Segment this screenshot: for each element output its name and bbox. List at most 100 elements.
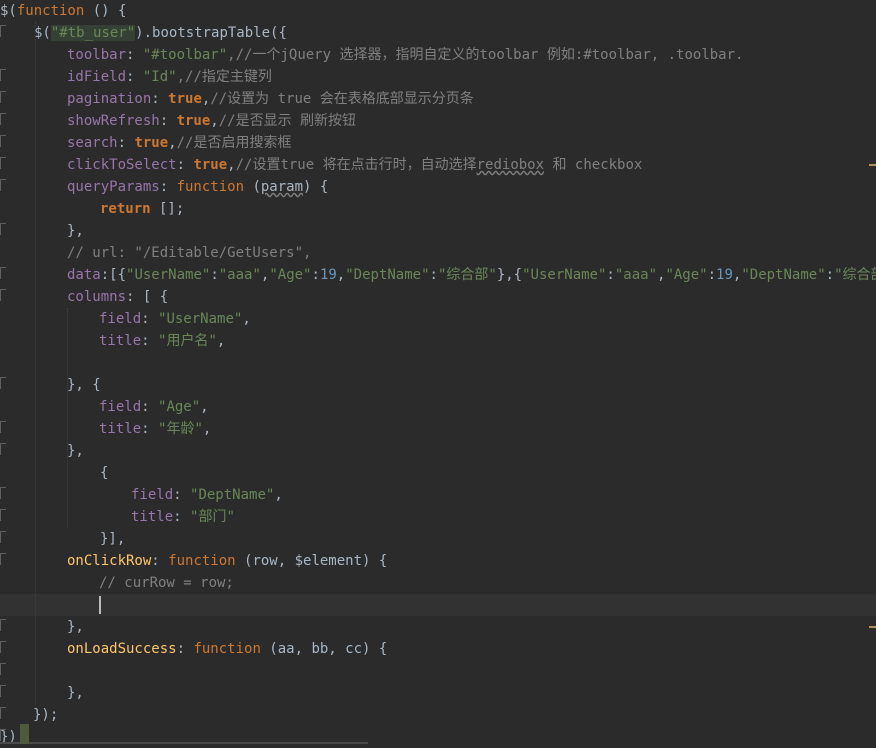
fold-marker-icon[interactable]	[0, 685, 6, 697]
code-token: idField	[67, 69, 127, 85]
code-token: title	[99, 421, 142, 437]
code-token: "Age"	[158, 399, 201, 415]
code-token: :	[210, 267, 219, 283]
code-line[interactable]	[0, 594, 876, 616]
code-line[interactable]: });	[0, 704, 876, 726]
code-token: ,	[242, 311, 251, 327]
code-line[interactable]	[0, 352, 876, 374]
code-line[interactable]: toolbar: "#toolbar",//一个jQuery 选择器，指明自定义…	[0, 44, 876, 66]
code-line[interactable]: },	[0, 682, 876, 704]
fold-marker-icon[interactable]	[0, 377, 6, 389]
fold-marker-icon[interactable]	[0, 267, 6, 279]
code-token: $(	[34, 25, 51, 41]
code-token: ,	[336, 267, 346, 283]
code-line[interactable]: title: "部门"	[0, 506, 876, 528]
code-line[interactable]: field: "DeptName",	[0, 484, 876, 506]
code-token: :	[173, 509, 191, 525]
code-token: rediobox	[476, 157, 545, 173]
code-token: :	[141, 311, 159, 327]
code-token: pagination	[67, 91, 152, 107]
code-line[interactable]	[0, 660, 876, 682]
code-line[interactable]: // url: "/Editable/GetUsers",	[0, 242, 876, 264]
marker-stripe[interactable]	[869, 164, 876, 166]
fold-marker-icon[interactable]	[0, 553, 6, 565]
code-line[interactable]: onClickRow: function (row, $element) {	[0, 550, 876, 572]
code-token: title	[99, 333, 142, 349]
fold-marker-icon[interactable]	[0, 663, 6, 675]
code-line[interactable]: columns: [ {	[0, 286, 876, 308]
code-line[interactable]: $("#tb_user").bootstrapTable({	[0, 22, 876, 44]
code-text: data:[{"UserName":"aaa","Age":19,"DeptNa…	[67, 266, 876, 284]
code-line[interactable]: showRefresh: true,//是否显示 刷新按钮	[0, 110, 876, 132]
code-token: (aa, bb, cc) {	[260, 641, 388, 657]
fold-marker-icon[interactable]	[0, 113, 6, 125]
code-token: :	[141, 421, 159, 437]
code-line[interactable]: },	[0, 440, 876, 462]
code-token: //设置true 将在点击行时，自动选择	[235, 157, 477, 173]
code-line[interactable]: }, {	[0, 374, 876, 396]
code-token: //是否启用搜索框	[176, 135, 292, 151]
fold-marker-icon[interactable]	[0, 223, 6, 235]
marker-stripe[interactable]	[869, 626, 876, 628]
fold-marker-icon[interactable]	[0, 509, 6, 521]
code-line[interactable]: onLoadSuccess: function (aa, bb, cc) {	[0, 638, 876, 660]
code-text: $(function () {	[0, 2, 126, 20]
code-text: toolbar: "#toolbar",//一个jQuery 选择器，指明自定义…	[67, 46, 743, 64]
code-line[interactable]: },	[0, 220, 876, 242]
code-token: :	[126, 69, 143, 85]
fold-marker-icon[interactable]	[0, 421, 6, 433]
code-token: queryParams	[67, 179, 160, 195]
code-token: $(	[0, 3, 17, 19]
code-token: function	[168, 553, 236, 569]
code-token: :	[429, 267, 438, 283]
code-text: // url: "/Editable/GetUsers",	[67, 244, 311, 262]
fold-marker-icon[interactable]	[0, 707, 6, 719]
code-token: true	[168, 91, 202, 107]
code-line[interactable]: pagination: true,//设置为 true 会在表格底部显示分页条	[0, 88, 876, 110]
code-line[interactable]: return [];	[0, 198, 876, 220]
code-text: {	[100, 464, 108, 482]
code-line[interactable]: data:[{"UserName":"aaa","Age":19,"DeptNa…	[0, 264, 876, 286]
fold-marker-icon[interactable]	[0, 641, 6, 653]
fold-marker-icon[interactable]	[0, 443, 6, 455]
fold-marker-icon[interactable]	[0, 619, 6, 631]
fold-marker-icon[interactable]	[0, 69, 6, 81]
code-line[interactable]: idField: "Id",//指定主键列	[0, 66, 876, 88]
fold-marker-icon[interactable]	[0, 531, 6, 543]
code-text: title: "年龄",	[99, 420, 211, 438]
fold-marker-icon[interactable]	[0, 135, 6, 147]
code-line[interactable]: field: "Age",	[0, 396, 876, 418]
fold-marker-icon[interactable]	[0, 91, 6, 103]
code-token: },	[67, 685, 84, 701]
code-token: "UserName"	[522, 267, 607, 283]
code-token: :	[126, 47, 143, 63]
code-line[interactable]: clickToSelect: true,//设置true 将在点击行时，自动选择…	[0, 154, 876, 176]
code-token: field	[99, 311, 142, 327]
code-token: :	[606, 267, 615, 283]
code-line[interactable]: $(function () {	[0, 0, 876, 22]
code-line[interactable]: }],	[0, 528, 876, 550]
code-token: ,	[274, 487, 283, 503]
code-line[interactable]: })	[0, 726, 876, 748]
code-token: "年龄"	[158, 421, 203, 437]
code-token: :	[311, 267, 320, 283]
code-line[interactable]: title: "用户名",	[0, 330, 876, 352]
code-line[interactable]: },	[0, 616, 876, 638]
code-token: "DeptName"	[741, 267, 826, 283]
code-line[interactable]: {	[0, 462, 876, 484]
fold-marker-icon[interactable]	[0, 25, 6, 37]
scroll-thumb[interactable]	[20, 724, 29, 744]
fold-marker-icon[interactable]	[0, 289, 6, 301]
code-line[interactable]: field: "UserName",	[0, 308, 876, 330]
code-line[interactable]: title: "年龄",	[0, 418, 876, 440]
code-editor[interactable]: $(function () { $("#tb_user").bootstrapTa…	[0, 0, 876, 745]
code-token: //设置为 true 会在表格底部显示分页条	[210, 91, 474, 107]
code-line[interactable]: queryParams: function (param) {	[0, 176, 876, 198]
code-text: // curRow = row;	[99, 574, 234, 592]
code-line[interactable]: search: true,//是否启用搜索框	[0, 132, 876, 154]
fold-marker-icon[interactable]	[0, 487, 6, 499]
fold-marker-icon[interactable]	[0, 157, 6, 169]
code-token: "Id"	[142, 69, 177, 85]
fold-marker-icon[interactable]	[0, 179, 6, 191]
code-line[interactable]: // curRow = row;	[0, 572, 876, 594]
